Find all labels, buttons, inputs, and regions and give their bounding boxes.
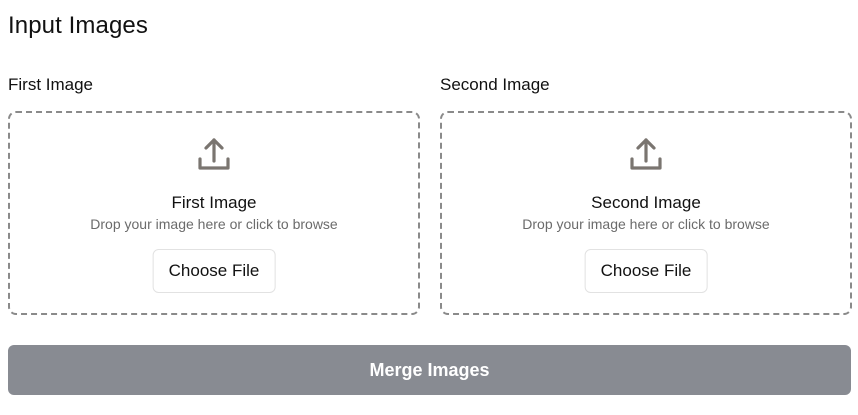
first-image-column: First Image First Image Drop your image … bbox=[8, 72, 420, 315]
second-image-column: Second Image Second Image Drop your imag… bbox=[440, 72, 852, 315]
merge-images-button[interactable]: Merge Images bbox=[8, 345, 851, 395]
first-image-label: First Image bbox=[8, 75, 94, 94]
input-images-panel: Input Images First Image First Image Dro… bbox=[0, 0, 858, 415]
second-image-dropzone-hint: Drop your image here or click to browse bbox=[522, 216, 770, 232]
second-image-choose-file-button[interactable]: Choose File bbox=[584, 249, 708, 293]
first-image-dropzone-title: First Image bbox=[171, 193, 257, 212]
first-image-choose-file-button[interactable]: Choose File bbox=[152, 249, 276, 293]
first-image-dropzone-hint: Drop your image here or click to browse bbox=[90, 216, 338, 232]
upload-icon bbox=[198, 138, 230, 170]
second-image-dropzone[interactable]: Second Image Drop your image here or cli… bbox=[440, 111, 852, 315]
first-image-dropzone[interactable]: First Image Drop your image here or clic… bbox=[8, 111, 420, 315]
upload-icon bbox=[630, 138, 662, 170]
section-title: Input Images bbox=[8, 12, 148, 39]
second-image-dropzone-title: Second Image bbox=[591, 193, 701, 212]
second-image-label: Second Image bbox=[440, 75, 550, 94]
